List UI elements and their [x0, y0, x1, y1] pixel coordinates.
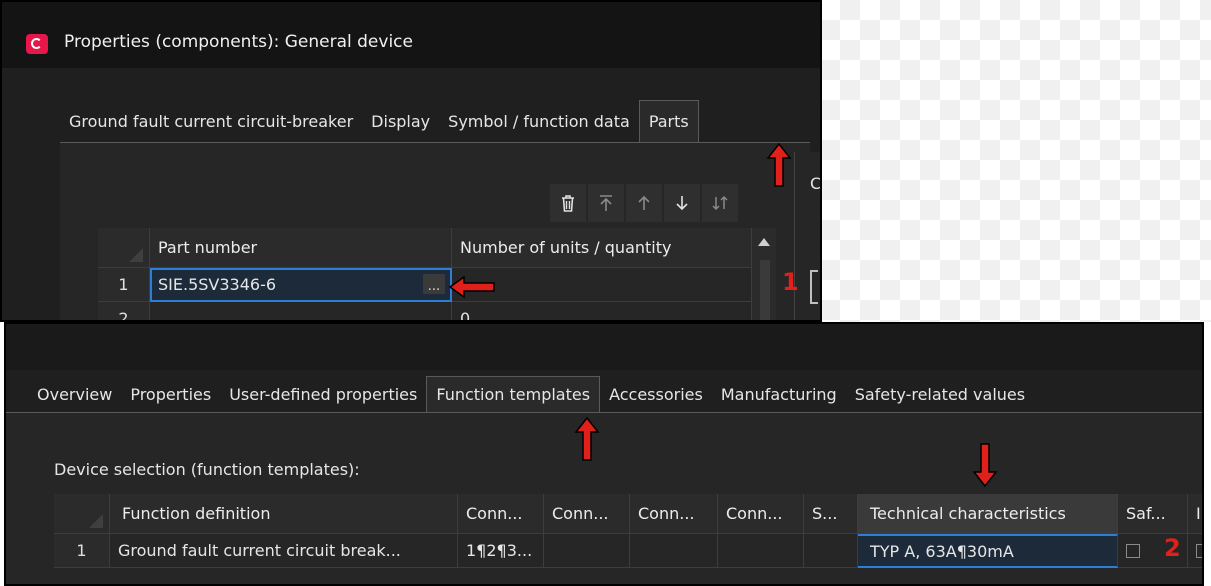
tab-symbol-function-data[interactable]: Symbol / function data	[439, 100, 639, 142]
safety-checkbox[interactable]	[1126, 543, 1140, 558]
move-up-icon[interactable]	[626, 184, 662, 222]
part-number-cell[interactable]: SIE.5SV3346-6 ...	[150, 268, 452, 302]
tab-parts[interactable]: Parts	[638, 100, 699, 142]
delete-icon[interactable]	[550, 184, 586, 222]
column-header-s[interactable]: S...	[804, 494, 858, 534]
title-bar: Properties (components): General device	[2, 2, 820, 68]
connection-cell[interactable]	[630, 534, 718, 568]
column-header-safety[interactable]: Saf...	[1118, 494, 1188, 534]
move-top-icon[interactable]	[588, 184, 624, 222]
quantity-cell[interactable]: 0	[452, 302, 752, 320]
browse-button[interactable]: ...	[423, 274, 445, 294]
tab-accessories[interactable]: Accessories	[600, 376, 712, 412]
column-header-connection-1[interactable]: Conn...	[458, 494, 544, 534]
top-tab-strip: Ground fault current circuit-breaker Dis…	[60, 100, 699, 142]
bottom-header-strip	[6, 324, 1202, 370]
column-header-connection-4[interactable]: Conn...	[718, 494, 804, 534]
tab-user-defined-properties[interactable]: User-defined properties	[220, 376, 426, 412]
column-header-technical-characteristics[interactable]: Technical characteristics	[858, 494, 1118, 534]
device-selection-label: Device selection (function templates):	[54, 460, 360, 479]
function-definition-cell[interactable]: Ground fault current circuit break...	[110, 534, 458, 568]
technical-characteristics-cell[interactable]: TYP A, 63A¶30mA	[858, 534, 1118, 568]
right-panel-label: C	[810, 174, 822, 193]
column-header-function-definition[interactable]: Function definition	[110, 494, 458, 534]
tab-overview[interactable]: Overview	[28, 376, 121, 412]
properties-window: Properties (components): General device …	[0, 0, 822, 322]
tab-properties[interactable]: Properties	[121, 376, 220, 412]
scroll-up-icon[interactable]	[758, 238, 770, 246]
transparency-background	[820, 0, 1211, 322]
tab-function-templates[interactable]: Function templates	[426, 376, 601, 412]
tab-ground-fault[interactable]: Ground fault current circuit-breaker	[60, 100, 362, 142]
row-header[interactable]: 2	[98, 302, 150, 320]
annotation-arrow-left-icon	[448, 275, 495, 299]
move-down-icon[interactable]	[664, 184, 700, 222]
annotation-number: 2	[1164, 534, 1181, 562]
right-panel-field-edge	[810, 270, 818, 304]
annotation-arrow-up-icon	[574, 416, 600, 461]
i-checkbox[interactable]	[1196, 543, 1202, 558]
column-header-part-number[interactable]: Part number	[150, 228, 452, 268]
column-header-connection-3[interactable]: Conn...	[630, 494, 718, 534]
i-cell[interactable]	[1188, 534, 1202, 568]
grid-corner[interactable]	[54, 494, 110, 534]
scroll-thumb[interactable]	[760, 260, 770, 320]
window-title: Properties (components): General device	[64, 32, 413, 52]
connection-cell[interactable]	[544, 534, 630, 568]
tab-manufacturing[interactable]: Manufacturing	[712, 376, 846, 412]
annotation-arrow-up-icon	[766, 142, 792, 187]
s-cell[interactable]	[804, 534, 858, 568]
sort-icon[interactable]	[702, 184, 738, 222]
part-properties-window: Overview Properties User-defined propert…	[4, 322, 1204, 586]
bottom-tab-strip: Overview Properties User-defined propert…	[28, 376, 1034, 412]
grid-corner[interactable]	[98, 228, 150, 268]
column-header-quantity[interactable]: Number of units / quantity	[452, 228, 752, 268]
app-logo-icon	[26, 34, 48, 54]
row-header[interactable]: 1	[54, 534, 110, 568]
part-number-value: SIE.5SV3346-6	[158, 275, 277, 294]
connection-cell[interactable]: 1¶2¶3...	[458, 534, 544, 568]
part-number-cell[interactable]	[150, 302, 452, 320]
annotation-number: 1	[782, 268, 799, 296]
column-header-i[interactable]: I	[1188, 494, 1202, 534]
quantity-cell[interactable]	[452, 268, 752, 302]
parts-toolbar	[550, 184, 738, 222]
connection-cell[interactable]	[718, 534, 804, 568]
tab-safety-related-values[interactable]: Safety-related values	[846, 376, 1034, 412]
annotation-arrow-down-icon	[972, 443, 998, 488]
row-header[interactable]: 1	[98, 268, 150, 302]
tab-display[interactable]: Display	[362, 100, 439, 142]
column-header-connection-2[interactable]: Conn...	[544, 494, 630, 534]
